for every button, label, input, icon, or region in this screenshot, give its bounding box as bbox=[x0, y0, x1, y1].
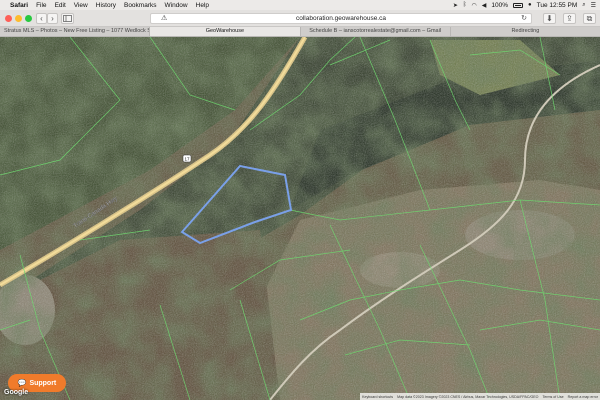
tab-geowarehouse[interactable]: GeoWarehouse bbox=[150, 27, 301, 36]
tabs-icon: ⧉ bbox=[586, 14, 593, 23]
minimize-window-button[interactable] bbox=[15, 15, 22, 22]
download-button[interactable]: ⬇ bbox=[543, 13, 556, 24]
google-logo: Google bbox=[4, 389, 29, 396]
tab-stratus-mls[interactable]: Stratus MLS – Photos – New Free Listing … bbox=[0, 27, 151, 36]
reload-icon[interactable]: ↻ bbox=[521, 14, 527, 24]
tab-redirecting[interactable]: Redirecting bbox=[451, 27, 600, 36]
menu-window[interactable]: Window bbox=[165, 2, 188, 9]
forward-button[interactable]: › bbox=[47, 13, 58, 24]
sidebar-icon bbox=[63, 15, 72, 22]
menu-help[interactable]: Help bbox=[196, 2, 209, 9]
download-icon: ⬇ bbox=[546, 14, 553, 23]
chevron-right-icon: › bbox=[51, 14, 54, 23]
safari-toolbar: ‹ › ⚠ collaboration.geowarehouse.ca ↻ ⬇ … bbox=[0, 10, 600, 27]
battery-icon[interactable] bbox=[513, 2, 524, 8]
menu-history[interactable]: History bbox=[96, 2, 116, 9]
location-icon[interactable]: ➤ bbox=[453, 2, 458, 9]
tab-gmail[interactable]: Schedule B – ianscotorrealestate@gmail.c… bbox=[301, 27, 451, 36]
back-button[interactable]: ‹ bbox=[36, 13, 47, 24]
menu-clock[interactable]: Tue 12:55 PM bbox=[537, 2, 578, 9]
map-attribution: Keyboard shortcuts Map data ©2023 Imager… bbox=[360, 393, 600, 400]
keyboard-shortcuts-link[interactable]: Keyboard shortcuts bbox=[362, 395, 393, 399]
sidebar-button[interactable] bbox=[61, 13, 74, 24]
menu-extras: ➤ ᛒ ◠ ◀ 100% ● Tue 12:55 PM ⌕ ☰ bbox=[453, 2, 596, 9]
satellite-map[interactable]: Trans-Canada Hwy 17 bbox=[0, 37, 600, 400]
support-label: Support bbox=[29, 379, 57, 387]
volume-icon[interactable]: ◀ bbox=[482, 2, 487, 9]
route-shield: 17 bbox=[182, 154, 192, 163]
control-center-icon[interactable]: ☰ bbox=[591, 2, 596, 9]
menu-bookmarks[interactable]: Bookmarks bbox=[124, 2, 157, 9]
address-bar[interactable]: ⚠ collaboration.geowarehouse.ca ↻ bbox=[150, 13, 532, 24]
share-button[interactable]: ⇪ bbox=[563, 13, 576, 24]
macos-menu-bar: Safari File Edit View History Bookmarks … bbox=[0, 0, 600, 10]
share-icon: ⇪ bbox=[566, 14, 573, 23]
fullscreen-window-button[interactable] bbox=[25, 15, 32, 22]
chevron-left-icon: ‹ bbox=[40, 14, 43, 23]
user-icon[interactable]: ● bbox=[528, 2, 532, 8]
route-number: 17 bbox=[184, 157, 190, 162]
report-map-error-link[interactable]: Report a map error bbox=[568, 395, 598, 399]
bluetooth-icon[interactable]: ᛒ bbox=[463, 2, 467, 8]
chat-icon: 💬 bbox=[17, 380, 27, 387]
menu-safari[interactable]: Safari bbox=[10, 2, 28, 9]
terms-of-use-link[interactable]: Terms of Use bbox=[542, 395, 563, 399]
tab-overview-button[interactable]: ⧉ bbox=[583, 13, 596, 24]
menu-edit[interactable]: Edit bbox=[55, 2, 66, 9]
tab-bar: Stratus MLS – Photos – New Free Listing … bbox=[0, 27, 600, 37]
wifi-icon[interactable]: ◠ bbox=[472, 2, 477, 9]
address-bar-url: collaboration.geowarehouse.ca bbox=[296, 15, 386, 22]
battery-percent: 100% bbox=[491, 1, 509, 9]
map-canvas[interactable]: Trans-Canada Hwy 17 bbox=[0, 37, 600, 400]
warning-icon[interactable]: ⚠ bbox=[161, 14, 167, 24]
close-window-button[interactable] bbox=[5, 15, 12, 22]
map-data-text: Map data ©2023 Imagery ©2023 CNES / Airb… bbox=[397, 394, 539, 399]
menu-file[interactable]: File bbox=[36, 2, 46, 9]
search-icon[interactable]: ⌕ bbox=[582, 2, 585, 9]
menu-view[interactable]: View bbox=[74, 2, 88, 9]
